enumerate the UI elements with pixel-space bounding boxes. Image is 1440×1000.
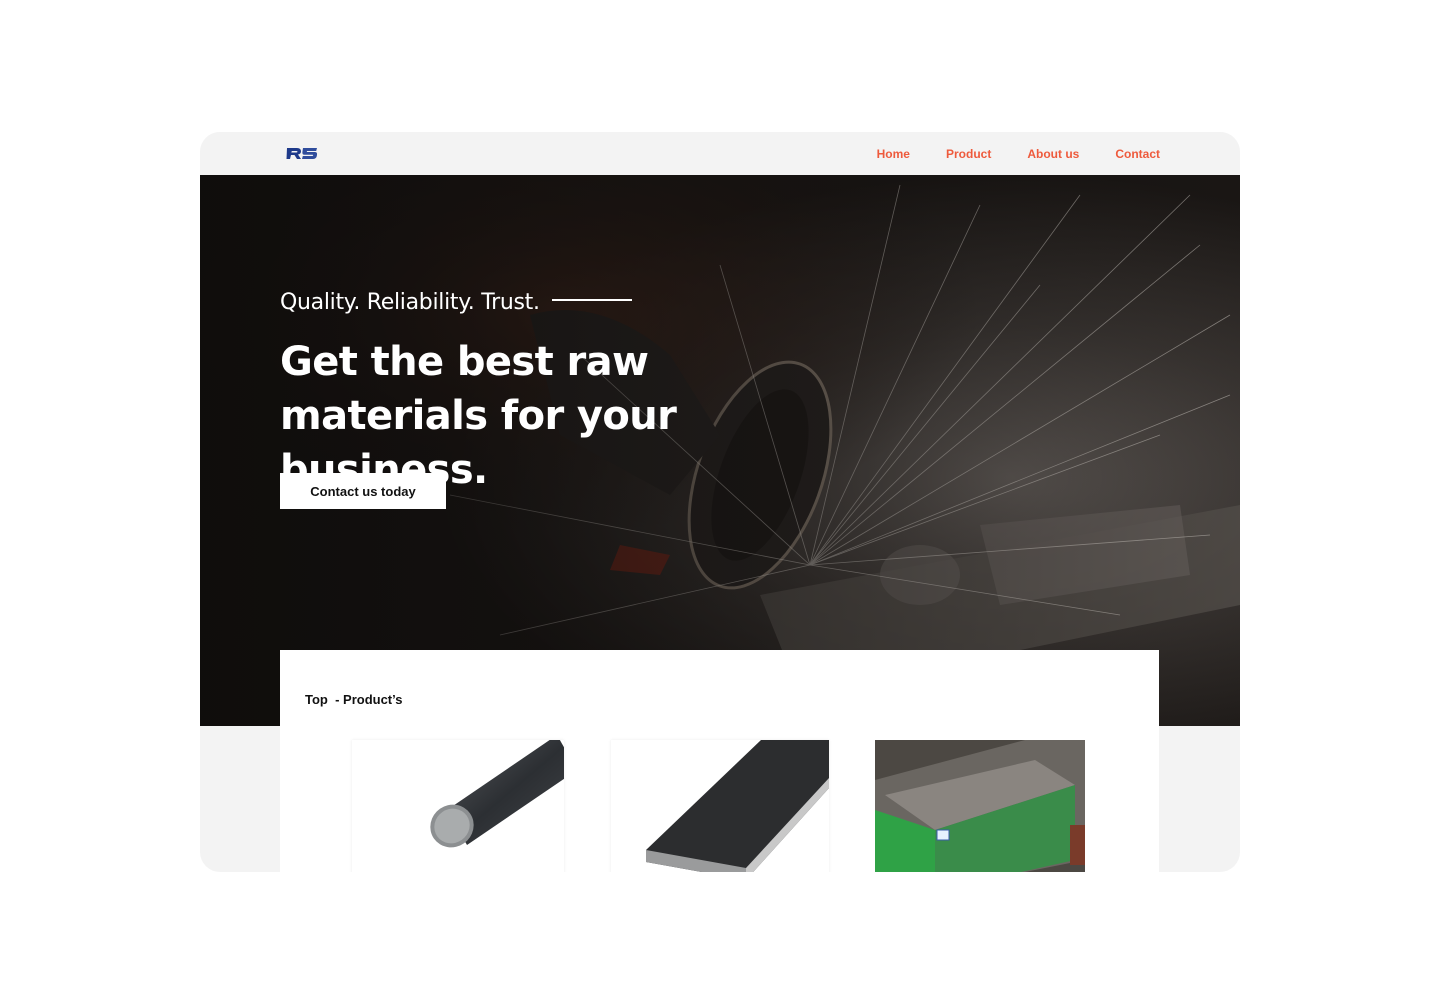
rs-logo-icon (286, 148, 318, 159)
round-steel-bar-image (430, 740, 564, 848)
hero-section: Quality. Reliability. Trust. Get the bes… (200, 175, 1240, 726)
nav-links: Home Product About us Contact (877, 132, 1160, 175)
steel-block-image (875, 740, 1085, 872)
contact-us-button[interactable]: Contact us today (280, 473, 446, 509)
nav-contact-link[interactable]: Contact (1115, 147, 1160, 161)
hero-tagline-row: Quality. Reliability. Trust. (280, 290, 632, 315)
product-card-flat-bar[interactable] (611, 740, 829, 872)
nav-home-link[interactable]: Home (877, 147, 910, 161)
brand-logo[interactable] (286, 145, 318, 162)
flat-steel-bar-image (646, 740, 829, 872)
top-products-section: Top - Product’s (280, 650, 1159, 872)
nav-product-link[interactable]: Product (946, 147, 991, 161)
product-card-round-bar[interactable] (352, 740, 564, 872)
top-nav: Home Product About us Contact (200, 132, 1240, 175)
products-heading: Top - Product’s (305, 692, 403, 707)
nav-about-link[interactable]: About us (1027, 147, 1079, 161)
browser-frame: Home Product About us Contact Quality. R… (200, 132, 1240, 872)
hero-tagline: Quality. Reliability. Trust. (280, 290, 540, 315)
product-card-steel-block[interactable] (875, 740, 1085, 872)
tagline-divider (551, 298, 632, 301)
